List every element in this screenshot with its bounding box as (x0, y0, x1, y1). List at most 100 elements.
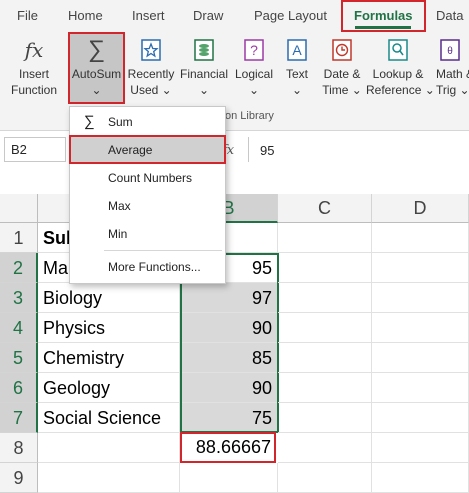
insert-function-label-1: Insert (18, 67, 49, 81)
cell-a5[interactable]: Chemistry (38, 343, 180, 373)
formulas-tab-highlight (341, 0, 426, 32)
cell-d1[interactable] (372, 223, 469, 253)
math-label-2: Trig ⌄ (436, 83, 469, 97)
cell-c5[interactable] (278, 343, 372, 373)
cell-b9[interactable] (180, 463, 278, 493)
cell-c2[interactable] (278, 253, 372, 283)
row-header-3[interactable]: 3 (0, 283, 38, 313)
sigma-icon: ∑ (84, 113, 95, 130)
formula-input[interactable]: 95 (260, 143, 274, 158)
cell-c7[interactable] (278, 403, 372, 433)
menu-item-max-label: Max (108, 199, 131, 213)
average-item-highlight (69, 135, 226, 164)
math-book-icon: θ (438, 38, 462, 62)
tab-page-layout[interactable]: Page Layout (254, 8, 327, 23)
cell-b6[interactable]: 90 (180, 373, 278, 403)
math-trig-button[interactable]: θ Math & Trig ⌄ (432, 32, 469, 98)
financial-label: Financial (179, 67, 229, 81)
svg-text:θ: θ (447, 46, 453, 57)
insert-function-label-2: Function (10, 83, 58, 97)
autosum-label: AutoSum (71, 67, 122, 81)
lookup-label-2: Reference ⌄ (366, 83, 435, 97)
cell-c8[interactable] (278, 433, 372, 463)
math-label-1: Math & (436, 67, 469, 81)
cell-b3[interactable]: 97 (180, 283, 278, 313)
cell-a7[interactable]: Social Science (38, 403, 180, 433)
cell-b5[interactable]: 85 (180, 343, 278, 373)
autosum-dropdown-menu: ∑ Sum Average Count Numbers Max Min More… (69, 106, 226, 284)
logical-button[interactable]: ? Logical ⌄ (232, 32, 276, 98)
menu-item-more-functions[interactable]: More Functions... (70, 253, 225, 281)
cell-d5[interactable] (372, 343, 469, 373)
menu-item-sum-label: Sum (108, 115, 133, 129)
date-time-button[interactable]: Date & Time ⌄ (318, 32, 366, 98)
svg-text:?: ? (250, 42, 258, 58)
logical-label: Logical (234, 67, 274, 81)
cell-a9[interactable] (38, 463, 180, 493)
menu-item-min-label: Min (108, 227, 128, 241)
name-box[interactable]: B2 (4, 137, 66, 162)
star-book-icon (139, 38, 163, 62)
cell-d9[interactable] (372, 463, 469, 493)
menu-item-sum[interactable]: ∑ Sum (70, 108, 225, 136)
financial-dropdown-arrow: ⌄ (198, 83, 210, 97)
cell-b8-average-result[interactable]: 88.66667 (180, 432, 276, 463)
tab-insert[interactable]: Insert (132, 8, 165, 23)
cell-d2[interactable] (372, 253, 469, 283)
tab-file[interactable]: File (17, 8, 38, 23)
column-header-c[interactable]: C (278, 194, 372, 223)
select-all-corner[interactable] (0, 194, 38, 223)
cell-c4[interactable] (278, 313, 372, 343)
sigma-icon: ∑ (87, 36, 106, 63)
text-button[interactable]: A Text ⌄ (280, 32, 314, 98)
row-header-4[interactable]: 4 (0, 313, 38, 343)
cell-a8[interactable] (38, 433, 180, 463)
row-header-2[interactable]: 2 (0, 253, 38, 283)
cell-d4[interactable] (372, 313, 469, 343)
financial-button[interactable]: Financial ⌄ (178, 32, 230, 98)
lookup-label-1: Lookup & (372, 67, 424, 81)
cell-d8[interactable] (372, 433, 469, 463)
date-time-label-1: Date & (323, 67, 361, 81)
cell-b4[interactable]: 90 (180, 313, 278, 343)
row-header-1[interactable]: 1 (0, 223, 38, 253)
tab-draw[interactable]: Draw (193, 8, 223, 23)
row-header-6[interactable]: 6 (0, 373, 38, 403)
cell-d3[interactable] (372, 283, 469, 313)
tab-home[interactable]: Home (68, 8, 103, 23)
cell-c6[interactable] (278, 373, 372, 403)
autosum-dropdown-arrow: ⌄ (91, 83, 102, 97)
clock-book-icon (330, 38, 354, 62)
text-dropdown-arrow: ⌄ (291, 83, 303, 97)
cell-d6[interactable] (372, 373, 469, 403)
menu-item-count-numbers[interactable]: Count Numbers (70, 164, 225, 192)
menu-separator (104, 250, 222, 251)
cell-a6[interactable]: Geology (38, 373, 180, 403)
autosum-button[interactable]: ∑ AutoSum ⌄ (70, 32, 123, 98)
insert-function-button[interactable]: fx Insert Function (6, 32, 62, 98)
column-header-d[interactable]: D (372, 194, 469, 223)
date-time-label-2: Time ⌄ (322, 83, 362, 97)
cell-a4[interactable]: Physics (38, 313, 180, 343)
row-header-8[interactable]: 8 (0, 433, 38, 463)
cell-c3[interactable] (278, 283, 372, 313)
logical-dropdown-arrow: ⌄ (248, 83, 260, 97)
menu-item-min[interactable]: Min (70, 220, 225, 248)
fx-icon: fx (24, 38, 44, 62)
cell-c9[interactable] (278, 463, 372, 493)
menu-item-max[interactable]: Max (70, 192, 225, 220)
lookup-reference-button[interactable]: Lookup & Reference ⌄ (366, 32, 435, 98)
row-header-9[interactable]: 9 (0, 463, 38, 493)
row-header-7[interactable]: 7 (0, 403, 38, 433)
cell-b7[interactable]: 75 (180, 403, 278, 433)
cell-d7[interactable] (372, 403, 469, 433)
cell-c1[interactable] (278, 223, 372, 253)
menu-item-count-numbers-label: Count Numbers (108, 171, 193, 185)
cell-a3[interactable]: Biology (38, 283, 180, 313)
magnifier-book-icon (386, 38, 410, 62)
tab-data[interactable]: Data (436, 8, 463, 23)
svg-text:A: A (292, 42, 302, 58)
recently-used-button[interactable]: Recently Used ⌄ (126, 32, 176, 98)
menu-item-more-functions-label: More Functions... (108, 260, 201, 274)
row-header-5[interactable]: 5 (0, 343, 38, 373)
